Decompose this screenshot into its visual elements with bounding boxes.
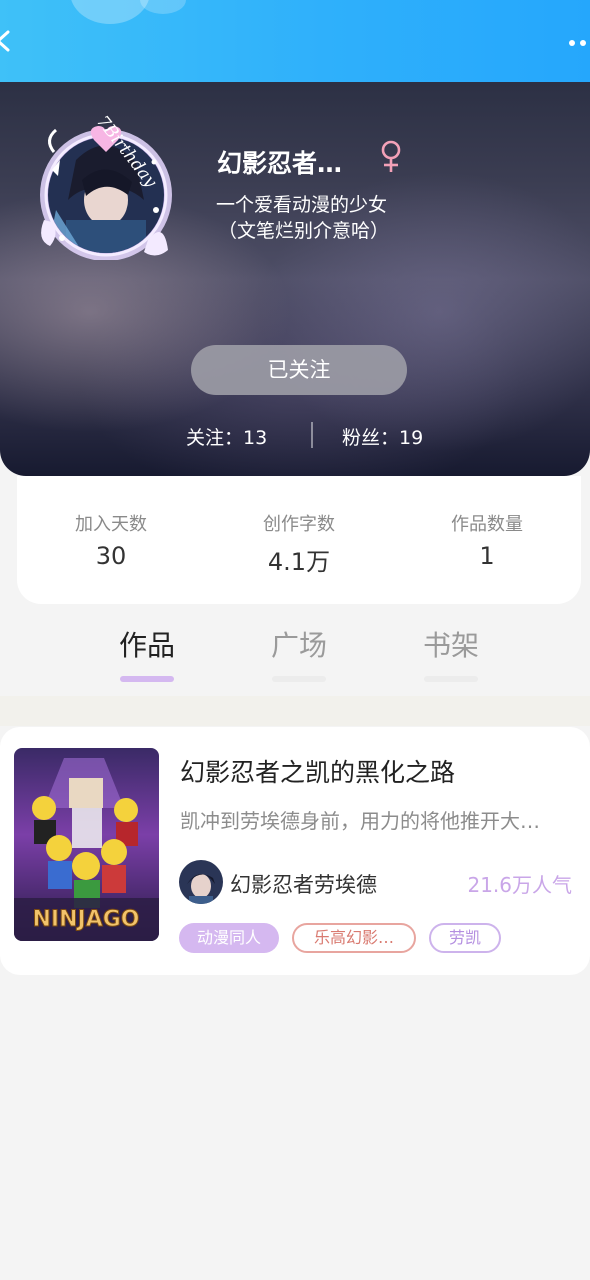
- stat-label: 创作字数: [263, 514, 335, 535]
- stat-work-count: 作品数量 1: [407, 510, 567, 570]
- more-icon[interactable]: [566, 38, 590, 48]
- stat-value: 30: [95, 542, 127, 570]
- tab-label: 作品: [118, 629, 175, 662]
- stat-value: 1: [479, 542, 495, 570]
- author-avatar[interactable]: [179, 860, 223, 904]
- user-bio: 一个爱看动漫的少女 （文笔烂别介意哈）: [216, 192, 389, 244]
- cover-title-art: NINJAGO: [33, 907, 140, 932]
- tab-indicator: [272, 676, 326, 682]
- author-name[interactable]: 幻影忍者劳埃德: [230, 869, 377, 899]
- bio-line: （文笔烂别介意哈）: [218, 220, 390, 242]
- tag-chip[interactable]: 动漫同人: [179, 923, 279, 953]
- tab-label: 广场: [270, 629, 327, 662]
- tab-label: 书架: [422, 629, 479, 662]
- work-excerpt: 凯冲到劳埃德身前，用力的将他推开大…: [180, 809, 540, 833]
- work-cover[interactable]: NINJAGO: [14, 748, 159, 941]
- tab-indicator: [120, 676, 174, 682]
- nickname: 幻影忍者…: [217, 149, 343, 178]
- followed-button[interactable]: 已关注: [191, 345, 407, 395]
- stat-label: 加入天数: [75, 514, 147, 535]
- fans-count[interactable]: 粉丝：19: [342, 423, 423, 450]
- popularity-count: 21.6万人气: [467, 873, 572, 897]
- section-gap: [0, 696, 590, 726]
- decor-bubble: [140, 0, 186, 14]
- work-card[interactable]: NINJAGO 幻影忍者之凯的黑化之路 凯冲到劳埃德身前，用力的将他推开大… 幻…: [0, 727, 590, 975]
- back-icon[interactable]: [0, 30, 16, 52]
- profile-header: 7Birthday 幻影忍者… 一个爱看动漫的少女 （文笔烂别介意哈） 已关注 …: [0, 82, 590, 476]
- female-icon: [381, 140, 401, 172]
- tag-chip[interactable]: 乐高幻影…: [292, 923, 416, 953]
- following-count[interactable]: 关注：13: [186, 423, 267, 450]
- top-bar: [0, 0, 590, 82]
- stat-label: 作品数量: [451, 514, 523, 535]
- tag-chip[interactable]: 劳凯: [429, 923, 501, 953]
- tab-square[interactable]: 广场: [254, 624, 344, 682]
- work-title[interactable]: 幻影忍者之凯的黑化之路: [180, 753, 455, 789]
- tab-indicator: [424, 676, 478, 682]
- divider: [311, 422, 313, 448]
- stat-value: 4.1万: [267, 548, 331, 576]
- stats-card: 加入天数 30 创作字数 4.1万 作品数量 1: [17, 476, 581, 604]
- stat-join-days: 加入天数 30: [31, 510, 191, 570]
- bio-line: 一个爱看动漫的少女: [216, 194, 388, 216]
- stat-word-count: 创作字数 4.1万: [219, 510, 379, 577]
- profile-tabs: 作品 广场 书架: [0, 620, 590, 696]
- tab-works[interactable]: 作品: [102, 624, 192, 682]
- tab-bookshelf[interactable]: 书架: [406, 624, 496, 682]
- decor-bubble: [70, 0, 150, 24]
